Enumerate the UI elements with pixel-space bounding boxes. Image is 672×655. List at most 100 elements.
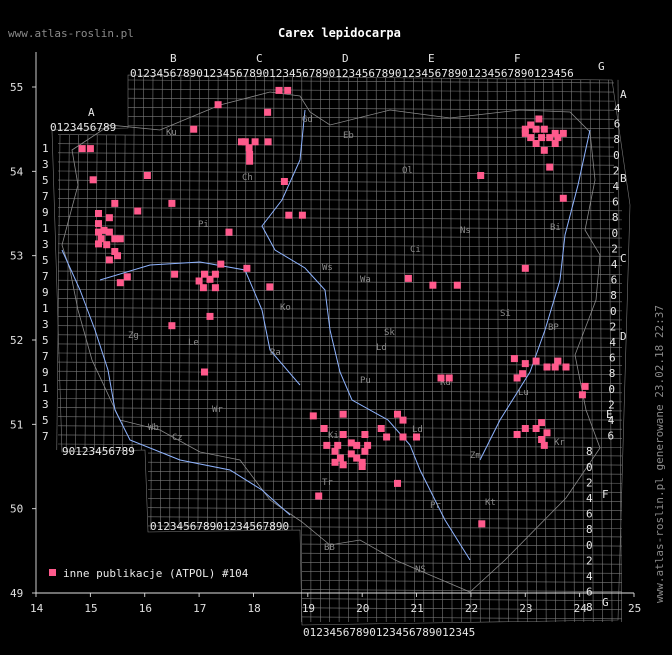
occurrence-point xyxy=(400,434,407,441)
occurrence-point xyxy=(117,235,124,242)
x-tick-label: 20 xyxy=(356,602,369,615)
column-letter: F xyxy=(514,52,521,65)
region-code: Eb xyxy=(343,131,354,141)
x-tick-label: 24 xyxy=(574,602,588,615)
region-code: Le xyxy=(188,338,199,348)
occurrence-point xyxy=(95,220,102,227)
occurrence-point xyxy=(413,434,420,441)
region-code: Gd xyxy=(302,115,313,125)
row-digit-right: 8 xyxy=(610,289,617,302)
row-digit-right: 8 xyxy=(586,445,593,458)
row-digit-left: 1 xyxy=(42,222,49,235)
occurrence-point xyxy=(323,442,330,449)
occurrence-point xyxy=(103,241,110,248)
row-digit-right: 0 xyxy=(610,305,617,318)
region-code: Ws xyxy=(322,263,333,273)
occurrence-point xyxy=(217,261,224,268)
row-letter-right: B xyxy=(620,172,627,185)
occurrence-point xyxy=(429,282,436,289)
row-digit-right: 4 xyxy=(608,414,615,427)
row-digit-right: 4 xyxy=(586,570,593,583)
row-digit-right: 6 xyxy=(612,196,619,209)
occurrence-point xyxy=(394,480,401,487)
occurrence-point xyxy=(246,144,253,151)
occurrence-point xyxy=(321,425,328,432)
column-digits-top: 0123456789012345678901234567890123456789… xyxy=(130,67,574,80)
region-code: Kr xyxy=(554,438,565,448)
row-digit-right: 6 xyxy=(586,508,593,521)
region-code: Ch xyxy=(242,173,253,183)
column-letter: G xyxy=(598,60,605,73)
occurrence-point xyxy=(281,178,288,185)
row-digit-right: 2 xyxy=(608,398,615,411)
region-code: NS xyxy=(415,565,426,575)
y-tick-label: 50 xyxy=(10,503,23,516)
occurrence-point xyxy=(246,151,253,158)
x-tick-label: 22 xyxy=(465,602,478,615)
occurrence-point xyxy=(264,109,271,116)
occurrence-point xyxy=(383,434,390,441)
row-digit-left: 9 xyxy=(42,366,49,379)
row-digit-right: 0 xyxy=(586,539,593,552)
region-code: BP xyxy=(548,323,559,333)
region-code: Ld xyxy=(376,343,387,353)
occurrence-point xyxy=(560,195,567,202)
region-code: Ra xyxy=(270,348,281,358)
occurrence-point xyxy=(117,279,124,286)
row-digit-left: 9 xyxy=(42,286,49,299)
occurrence-point xyxy=(554,358,561,365)
occurrence-point xyxy=(95,210,102,217)
row-digit-right: 8 xyxy=(613,133,620,146)
occurrence-point xyxy=(454,282,461,289)
occurrence-point xyxy=(252,138,259,145)
occurrence-point xyxy=(514,431,521,438)
row-digit-left: 7 xyxy=(42,350,49,363)
row-digit-right: 6 xyxy=(607,430,614,443)
x-tick-label: 17 xyxy=(193,602,206,615)
occurrence-point xyxy=(207,276,214,283)
region-code: Pi xyxy=(198,220,209,230)
row-digit-right: 0 xyxy=(612,227,619,240)
row-digit-right: 4 xyxy=(586,492,593,505)
y-tick-label: 51 xyxy=(10,418,23,431)
occurrence-point xyxy=(538,134,545,141)
occurrence-point xyxy=(579,391,586,398)
occurrence-point xyxy=(438,375,445,382)
map-canvas: www.atlas-roslin.pl Carex lepidocarpa Ku… xyxy=(0,0,672,651)
occurrence-point xyxy=(144,172,151,179)
row-digit-right: 0 xyxy=(608,383,615,396)
site-url: www.atlas-roslin.pl xyxy=(8,27,134,40)
row-digit-right: 2 xyxy=(586,476,593,489)
x-tick-label: 23 xyxy=(519,602,532,615)
occurrence-point xyxy=(582,383,589,390)
region-code: Ku xyxy=(166,128,177,138)
row-letter-right: F xyxy=(602,488,609,501)
row-letter-right: A xyxy=(620,88,627,101)
region-code: Si xyxy=(500,309,511,319)
row-digit-right: 2 xyxy=(586,554,593,567)
region-code: Zm xyxy=(470,451,481,461)
occurrence-point xyxy=(299,212,306,219)
row-digit-left: 9 xyxy=(42,206,49,219)
occurrence-point xyxy=(477,172,484,179)
region-code: Ki xyxy=(328,431,339,441)
occurrence-point xyxy=(190,126,197,133)
occurrence-point xyxy=(378,425,385,432)
y-tick-label: 55 xyxy=(10,81,23,94)
occurrence-point xyxy=(533,126,540,133)
region-code: Ci xyxy=(410,245,421,255)
y-tick-label: 52 xyxy=(10,334,23,347)
occurrence-point xyxy=(546,164,553,171)
x-tick-label: 14 xyxy=(30,602,44,615)
generation-note: www.atlas-roslin.pl generowane 23.02.18 … xyxy=(653,305,666,603)
occurrence-point xyxy=(560,130,567,137)
row-letter-right: G xyxy=(602,596,609,609)
occurrence-point xyxy=(79,145,86,152)
occurrence-point xyxy=(405,275,412,282)
column-letter: B xyxy=(170,52,177,65)
row-letter-right: C xyxy=(620,252,627,265)
row-digit-right: 8 xyxy=(609,367,616,380)
occurrence-point xyxy=(200,284,207,291)
y-tick-label: 53 xyxy=(10,250,23,263)
region-code: Tr xyxy=(322,478,333,488)
